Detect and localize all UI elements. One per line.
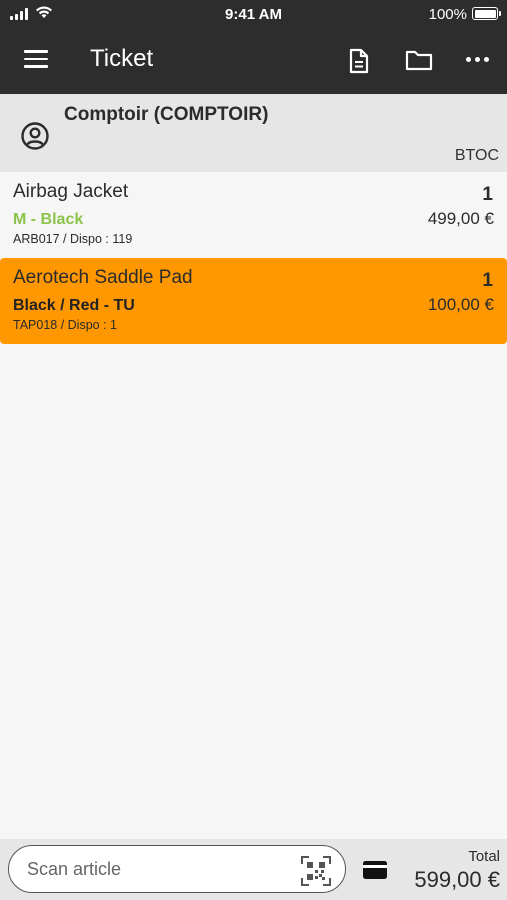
product-variant: Black / Red - TU <box>13 297 135 314</box>
status-bar: 9:41 AM 100% <box>0 0 507 28</box>
line-quantity: 1 <box>482 184 493 205</box>
total-label: Total <box>468 848 500 865</box>
line-price: 100,00 € <box>427 295 494 314</box>
battery-icon <box>472 7 501 20</box>
bottom-bar: Total 599,00 € <box>0 839 507 900</box>
customer-segment: BTOC <box>454 147 499 164</box>
product-reference: TAP018 / Dispo : 1 <box>13 318 117 332</box>
customer-header[interactable]: Comptoir (COMPTOIR) BTOC <box>0 94 507 172</box>
credit-card-icon[interactable] <box>363 861 387 879</box>
ticket-line-selected[interactable]: Aerotech Saddle Pad Black / Red - TU TAP… <box>0 258 507 344</box>
folder-icon[interactable] <box>405 49 433 71</box>
customer-name: Comptoir (COMPTOIR) <box>64 104 269 125</box>
product-name: Airbag Jacket <box>13 181 129 202</box>
scan-input[interactable] <box>27 856 287 882</box>
document-icon[interactable] <box>348 48 370 74</box>
menu-icon[interactable] <box>24 50 48 70</box>
user-circle-icon <box>21 122 49 150</box>
qr-code-icon[interactable] <box>301 856 331 886</box>
line-quantity: 1 <box>482 270 493 291</box>
more-icon[interactable] <box>466 57 489 62</box>
scan-field[interactable] <box>8 845 346 893</box>
product-reference: ARB017 / Dispo : 119 <box>13 232 133 246</box>
battery-percentage: 100% <box>428 6 467 23</box>
total-value: 599,00 € <box>414 867 500 892</box>
line-price: 499,00 € <box>427 209 494 228</box>
page-title: Ticket <box>90 45 154 72</box>
product-name: Aerotech Saddle Pad <box>13 267 193 288</box>
product-variant: M - Black <box>13 211 84 228</box>
ticket-line[interactable]: Airbag Jacket M - Black ARB017 / Dispo :… <box>0 172 507 258</box>
app-bar: Ticket <box>0 28 507 94</box>
